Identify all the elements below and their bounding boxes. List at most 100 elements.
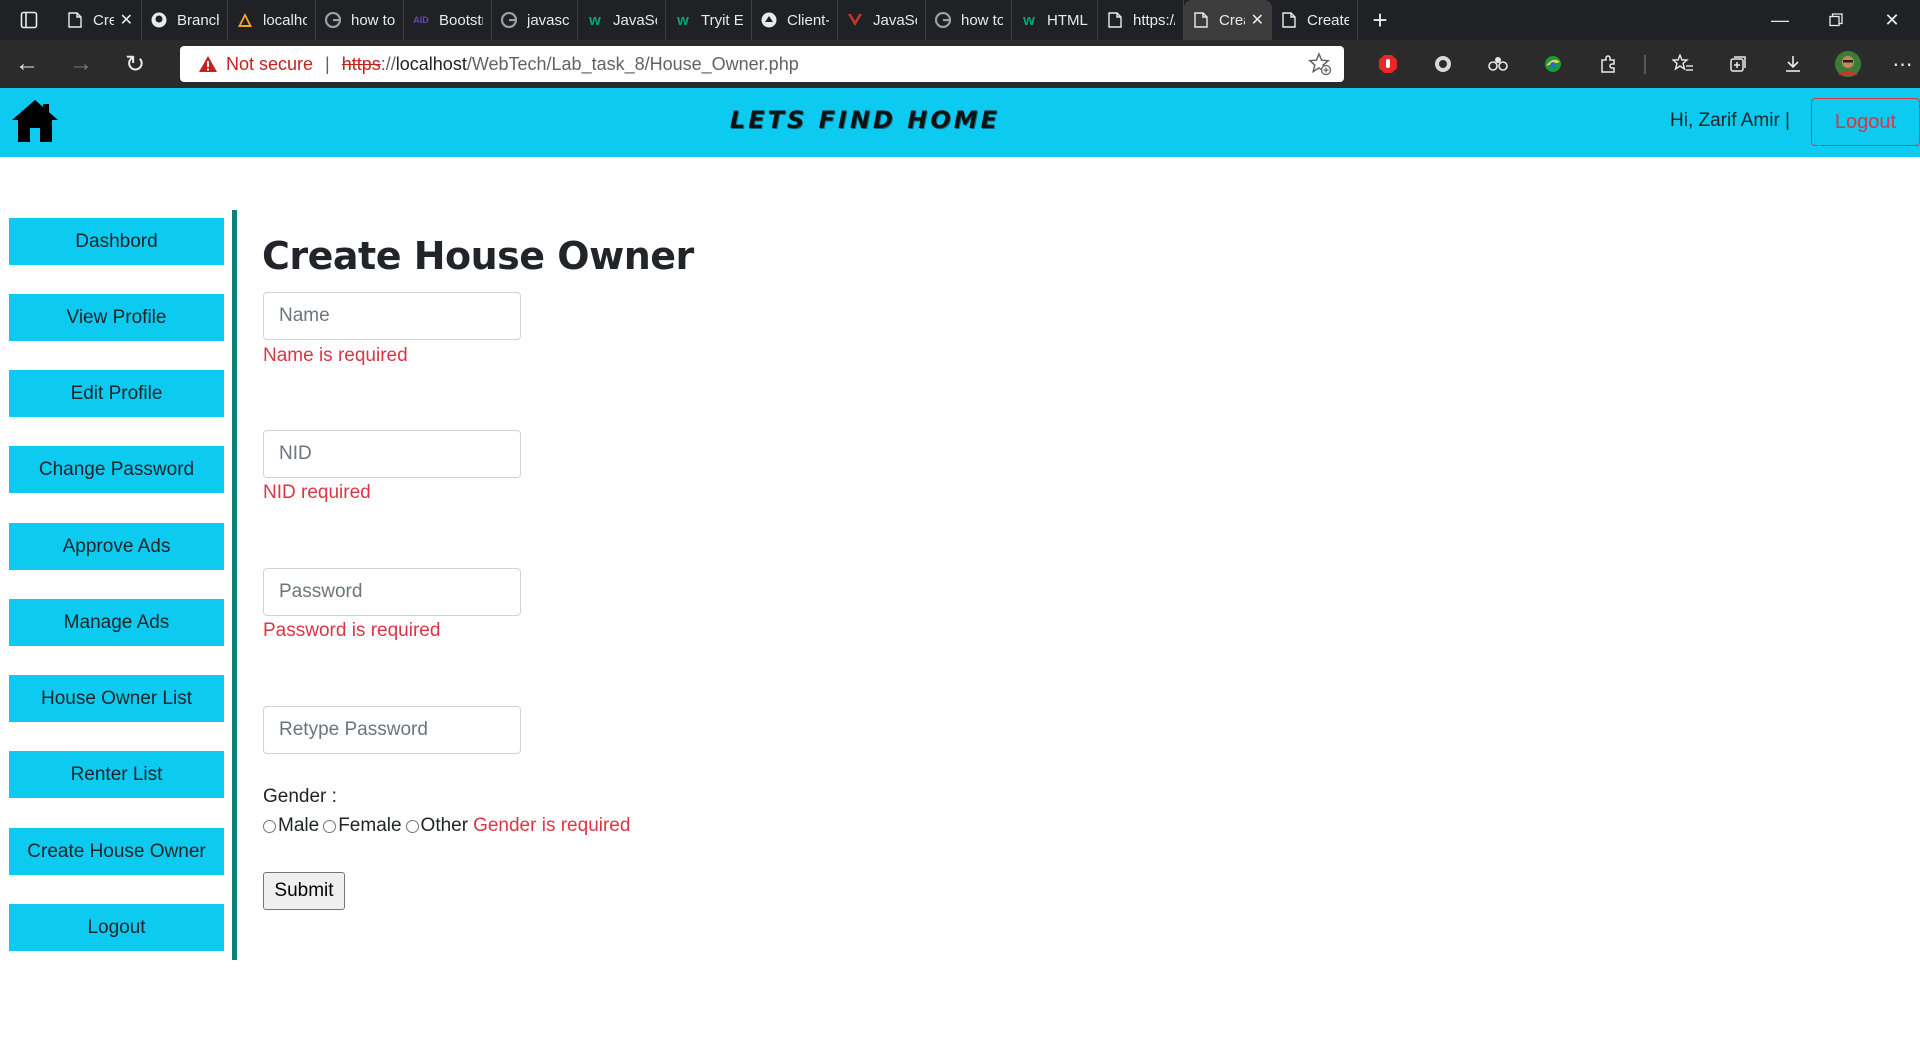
- url-scheme: https: [341, 53, 381, 74]
- gender-male-radio[interactable]: [263, 819, 276, 833]
- browser-tab[interactable]: Cre ✕: [58, 0, 142, 40]
- xampp-icon: [236, 11, 254, 29]
- browser-tab[interactable]: Client-sic: [752, 0, 838, 40]
- close-window-button[interactable]: ✕: [1864, 0, 1920, 40]
- extensions-button[interactable]: [1580, 40, 1635, 88]
- gender-male-label: Male: [278, 815, 320, 836]
- restore-button[interactable]: [1808, 0, 1864, 40]
- browser-tab[interactable]: w Tryit Edit: [666, 0, 752, 40]
- mdn-icon: [760, 11, 778, 29]
- add-favorite-icon[interactable]: [1308, 52, 1332, 76]
- minimize-button[interactable]: —: [1752, 0, 1808, 40]
- browser-tab[interactable]: how to li: [926, 0, 1012, 40]
- browser-tab[interactable]: Branches: [142, 0, 228, 40]
- extension-bar: | ⋯: [1360, 40, 1920, 88]
- color-extension-icon: [1544, 56, 1561, 72]
- tab-label: Tryit Edit: [701, 11, 743, 29]
- page-icon: [1106, 11, 1124, 29]
- logout-button[interactable]: Logout: [1811, 98, 1920, 146]
- tab-label: Bootstrap: [439, 11, 483, 29]
- favorites-button[interactable]: [1655, 40, 1710, 88]
- circle-extension-icon: [1434, 56, 1451, 72]
- gender-other-radio[interactable]: [405, 819, 419, 833]
- sidebar-item-edit-profile[interactable]: Edit Profile: [9, 370, 224, 417]
- url-path: /WebTech/Lab_task_8/House_Owner.php: [466, 53, 799, 74]
- extension-button-4[interactable]: [1525, 40, 1580, 88]
- tab-label: Create H: [1307, 11, 1349, 29]
- browser-tab[interactable]: localhost: [228, 0, 316, 40]
- avatar: [1834, 51, 1861, 77]
- w3schools-icon: w: [589, 11, 601, 29]
- toolbar-separator: |: [1642, 52, 1648, 75]
- gender-error: Gender is required: [473, 815, 631, 836]
- tab-label: JavaScrip: [873, 11, 917, 29]
- extension-button-2[interactable]: [1415, 40, 1470, 88]
- tab-label: javascript: [527, 11, 569, 29]
- sidebar-item-house-owner-list[interactable]: House Owner List: [9, 675, 224, 722]
- tab-actions-button[interactable]: [0, 0, 58, 40]
- new-tab-button[interactable]: +: [1358, 0, 1402, 40]
- browser-tab[interactable]: w JavaScrip: [578, 0, 666, 40]
- close-tab-icon[interactable]: ✕: [120, 10, 133, 30]
- page-icon: [1192, 11, 1210, 29]
- browser-tab[interactable]: Create H: [1272, 0, 1358, 40]
- tab-label: localhost: [263, 11, 307, 29]
- google-icon: [500, 11, 518, 29]
- browser-tab[interactable]: javascript: [492, 0, 578, 40]
- arrow-left-icon: ←: [15, 50, 39, 77]
- tab-label: how to a: [351, 11, 395, 29]
- name-field[interactable]: [263, 292, 521, 340]
- browser-tab[interactable]: https://lo: [1098, 0, 1184, 40]
- profile-button[interactable]: [1820, 40, 1875, 88]
- puzzle-icon: [1600, 55, 1615, 73]
- github-icon: [150, 11, 168, 29]
- downloads-button[interactable]: [1765, 40, 1820, 88]
- brand-logo: LETS FIND HOME: [729, 106, 1001, 134]
- sidebar-item-manage-ads[interactable]: Manage Ads: [9, 599, 224, 646]
- nid-field[interactable]: [263, 430, 521, 478]
- sidebar: Dashbord View Profile Edit Profile Chang…: [0, 210, 238, 960]
- password-field[interactable]: [263, 568, 521, 616]
- reload-button[interactable]: ↻: [108, 40, 162, 88]
- extension-button-3[interactable]: [1470, 40, 1525, 88]
- sidebar-item-change-password[interactable]: Change Password: [9, 446, 224, 493]
- gender-other-label: Other: [420, 815, 469, 836]
- sidebar-item-view-profile[interactable]: View Profile: [9, 294, 224, 341]
- tab-label: HTML sc: [1047, 11, 1089, 29]
- security-label[interactable]: Not secure: [226, 54, 313, 75]
- favorites-list-icon: [1671, 54, 1693, 71]
- adblock-extension-button[interactable]: [1360, 40, 1415, 88]
- google-icon: [934, 11, 952, 29]
- browser-tab[interactable]: w HTML sc: [1012, 0, 1098, 40]
- address-bar[interactable]: Not secure | https://localhost/WebTech/L…: [180, 46, 1344, 82]
- gender-female-radio[interactable]: [323, 819, 337, 833]
- home-icon[interactable]: [10, 96, 60, 146]
- tab-label: Client-sic: [787, 11, 829, 29]
- sidebar-item-renter-list[interactable]: Renter List: [9, 751, 224, 798]
- browser-tab[interactable]: AID Bootstrap: [404, 0, 492, 40]
- browser-tab[interactable]: Crea ✕: [1184, 0, 1272, 40]
- group-extension-icon: [1487, 57, 1508, 71]
- sidebar-item-logout[interactable]: Logout: [9, 904, 224, 951]
- minimize-icon: —: [1771, 9, 1789, 30]
- stop-hand-icon: [1378, 55, 1397, 73]
- close-tab-icon[interactable]: ✕: [1251, 10, 1264, 30]
- w3schools-icon: w: [1023, 11, 1035, 29]
- gender-radio-group: Male Female Other Gender is required: [263, 815, 630, 837]
- back-button[interactable]: ←: [0, 40, 54, 88]
- reload-icon: ↻: [124, 50, 146, 78]
- browser-tab[interactable]: JavaScrip: [838, 0, 926, 40]
- retype-password-field[interactable]: [263, 706, 521, 754]
- sidebar-item-create-house-owner[interactable]: Create House Owner: [9, 828, 224, 875]
- sidebar-item-approve-ads[interactable]: Approve Ads: [9, 523, 224, 570]
- collections-button[interactable]: [1710, 40, 1765, 88]
- settings-menu-button[interactable]: ⋯: [1875, 40, 1920, 88]
- browser-tab-strip: Cre ✕ Branches localhost how to a AID Bootstra…: [0, 0, 1920, 40]
- submit-button[interactable]: Submit: [263, 872, 345, 910]
- nid-error: NID required: [263, 482, 371, 503]
- forward-button[interactable]: →: [54, 40, 108, 88]
- window-controls: — ✕: [1752, 0, 1920, 40]
- browser-tab[interactable]: how to a: [316, 0, 404, 40]
- collections-icon: [1729, 56, 1746, 72]
- sidebar-item-dashboard[interactable]: Dashbord: [9, 218, 224, 265]
